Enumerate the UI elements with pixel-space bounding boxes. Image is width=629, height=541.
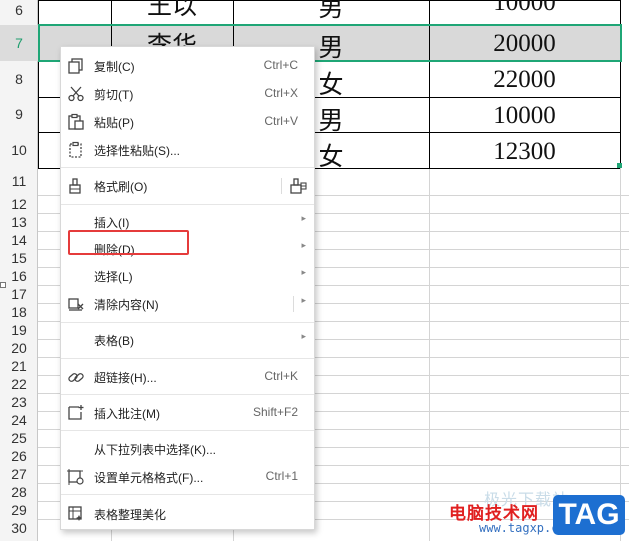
table-cell-amount[interactable]: 22000 bbox=[429, 66, 620, 94]
row-header-29[interactable]: 29 bbox=[0, 501, 38, 519]
format-painter-lock-icon[interactable] bbox=[290, 177, 308, 195]
copy-icon bbox=[67, 57, 85, 75]
row-header-25[interactable]: 25 bbox=[0, 429, 38, 447]
row-header-20[interactable]: 20 bbox=[0, 339, 38, 357]
delete-highlight-box bbox=[68, 230, 189, 255]
menu-separator bbox=[61, 494, 314, 495]
menu-item-clear[interactable]: 清除内容(N) ▸ bbox=[61, 291, 314, 317]
context-menu: 复制(C) Ctrl+C 剪切(T) Ctrl+X 粘贴(P) Ctrl+V 选… bbox=[60, 46, 315, 530]
menu-shortcut: Ctrl+1 bbox=[265, 469, 298, 483]
menu-separator bbox=[61, 204, 314, 205]
row-header-22[interactable]: 22 bbox=[0, 375, 38, 393]
menu-item-paste[interactable]: 粘贴(P) Ctrl+V bbox=[61, 109, 314, 135]
table-cell-name[interactable]: 王以 bbox=[111, 0, 233, 22]
menu-item-label: 选择(L) bbox=[94, 270, 133, 284]
row-header-11[interactable]: 11 bbox=[0, 168, 38, 195]
menu-divider bbox=[281, 178, 282, 194]
row-header-7[interactable]: 7 bbox=[0, 25, 38, 61]
menu-separator bbox=[61, 394, 314, 395]
link-icon bbox=[67, 368, 85, 386]
chevron-right-icon: ▸ bbox=[301, 213, 306, 223]
menu-item-beautify[interactable]: 表格整理美化 bbox=[61, 501, 314, 527]
menu-item-select[interactable]: 选择(L) ▸ bbox=[61, 263, 314, 289]
row-header-19[interactable]: 19 bbox=[0, 321, 38, 339]
menu-item-cut[interactable]: 剪切(T) Ctrl+X bbox=[61, 81, 314, 107]
menu-item-label: 从下拉列表中选择(K)... bbox=[94, 443, 216, 457]
watermark-tag-logo: TAG bbox=[553, 495, 625, 535]
menu-item-table[interactable]: 表格(B) ▸ bbox=[61, 327, 314, 353]
menu-item-copy[interactable]: 复制(C) Ctrl+C bbox=[61, 53, 314, 79]
comment-icon bbox=[67, 404, 85, 422]
row-header-23[interactable]: 23 bbox=[0, 393, 38, 411]
row-header-8[interactable]: 8 bbox=[0, 61, 38, 97]
table-cell-amount[interactable]: 10000 bbox=[429, 0, 620, 17]
menu-shortcut: Ctrl+V bbox=[264, 114, 298, 128]
menu-item-label: 剪切(T) bbox=[94, 88, 134, 102]
menu-item-label: 清除内容(N) bbox=[94, 298, 159, 312]
row-header-9[interactable]: 9 bbox=[0, 97, 38, 132]
format-painter-icon bbox=[67, 177, 85, 195]
chevron-right-icon: ▸ bbox=[301, 331, 306, 341]
menu-item-label: 复制(C) bbox=[94, 60, 135, 74]
menu-item-label: 表格整理美化 bbox=[94, 508, 167, 522]
row-header-12[interactable]: 12 bbox=[0, 195, 38, 213]
menu-item-dropdown-select[interactable]: 从下拉列表中选择(K)... bbox=[61, 436, 314, 462]
menu-item-label: 粘贴(P) bbox=[94, 116, 134, 130]
row-header-24[interactable]: 24 bbox=[0, 411, 38, 429]
format-cells-icon bbox=[67, 468, 85, 486]
chevron-right-icon: ▸ bbox=[301, 240, 306, 250]
row-resize-marker[interactable] bbox=[0, 282, 6, 288]
menu-shortcut: Ctrl+X bbox=[264, 86, 298, 100]
menu-item-insert-comment[interactable]: 插入批注(M) Shift+F2 bbox=[61, 400, 314, 426]
menu-separator bbox=[61, 322, 314, 323]
chevron-right-icon: ▸ bbox=[301, 295, 306, 305]
menu-item-label: 超链接(H)... bbox=[94, 371, 157, 385]
row-header-14[interactable]: 14 bbox=[0, 231, 38, 249]
menu-item-label: 格式刷(O) bbox=[94, 180, 148, 194]
menu-item-label: 插入(I) bbox=[94, 216, 130, 230]
menu-item-label: 选择性粘贴(S)... bbox=[94, 144, 180, 158]
menu-divider bbox=[293, 296, 294, 312]
row-header-26[interactable]: 26 bbox=[0, 447, 38, 465]
row-header-6[interactable]: 6 bbox=[0, 0, 38, 25]
menu-shortcut: Ctrl+K bbox=[264, 369, 298, 383]
row-header-28[interactable]: 28 bbox=[0, 483, 38, 501]
row-header-13[interactable]: 13 bbox=[0, 213, 38, 231]
table-beautify-icon bbox=[67, 505, 85, 523]
menu-separator bbox=[61, 167, 314, 168]
table-cell-amount[interactable]: 10000 bbox=[429, 102, 620, 130]
row-header-30[interactable]: 30 bbox=[0, 519, 38, 537]
paste-special-icon bbox=[67, 141, 85, 159]
menu-item-label: 插入批注(M) bbox=[94, 407, 160, 421]
row-header-10[interactable]: 10 bbox=[0, 132, 38, 168]
menu-separator bbox=[61, 358, 314, 359]
eraser-icon bbox=[67, 295, 85, 313]
scissors-icon bbox=[67, 85, 85, 103]
menu-shortcut: Ctrl+C bbox=[263, 58, 298, 72]
menu-item-paste-special[interactable]: 选择性粘贴(S)... bbox=[61, 137, 314, 163]
table-cell-amount[interactable]: 12300 bbox=[429, 138, 620, 166]
row-header-15[interactable]: 15 bbox=[0, 249, 38, 267]
menu-item-format-cells[interactable]: 设置单元格格式(F)... Ctrl+1 bbox=[61, 464, 314, 490]
chevron-right-icon: ▸ bbox=[301, 267, 306, 277]
menu-shortcut: Shift+F2 bbox=[252, 405, 298, 419]
table-cell-gender[interactable]: 男 bbox=[233, 0, 429, 24]
menu-item-hyperlink[interactable]: 超链接(H)... Ctrl+K bbox=[61, 364, 314, 390]
paste-icon bbox=[67, 113, 85, 131]
menu-item-label: 设置单元格格式(F)... bbox=[94, 471, 204, 485]
fill-handle[interactable] bbox=[617, 163, 622, 168]
row-header-27[interactable]: 27 bbox=[0, 465, 38, 483]
row-header-21[interactable]: 21 bbox=[0, 357, 38, 375]
menu-item-label: 表格(B) bbox=[94, 334, 134, 348]
menu-separator bbox=[61, 430, 314, 431]
row-header-18[interactable]: 18 bbox=[0, 303, 38, 321]
menu-item-format-painter[interactable]: 格式刷(O) bbox=[61, 173, 314, 199]
